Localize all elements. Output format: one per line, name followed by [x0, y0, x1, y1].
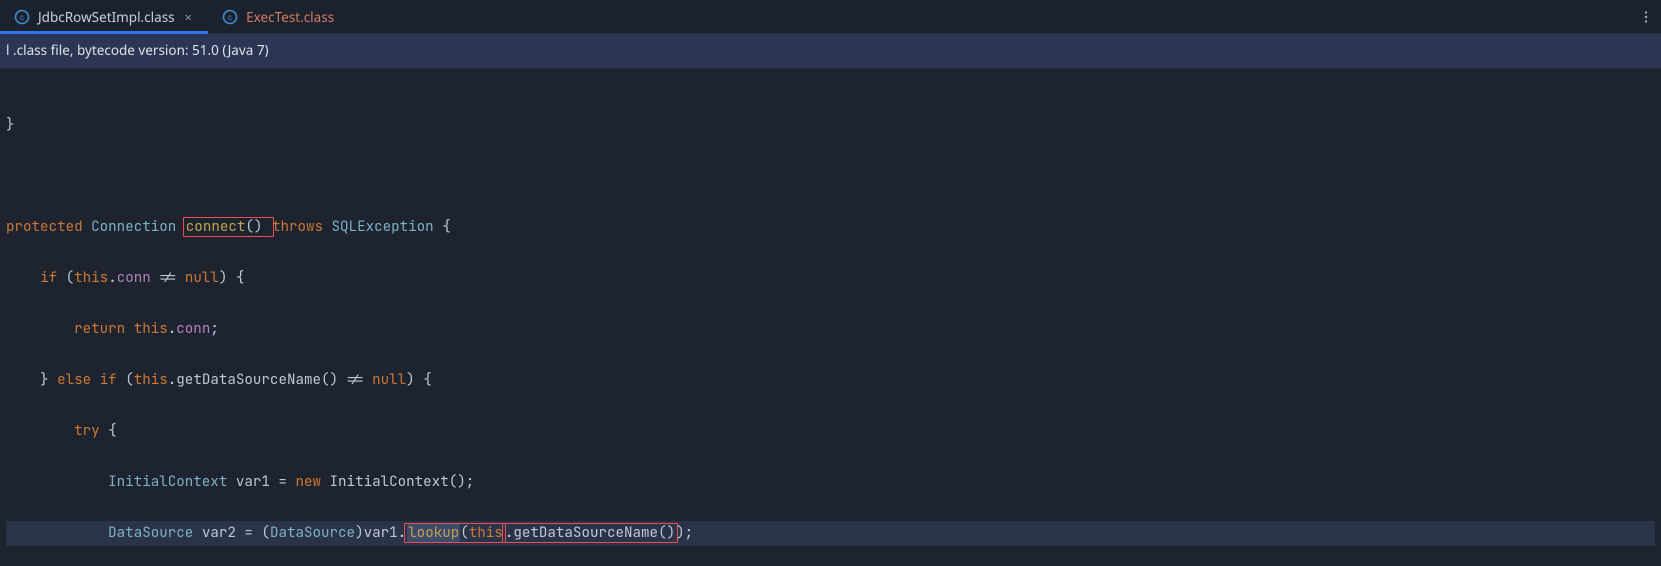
- code-line: } else if (this.getDataSourceName() != n…: [6, 368, 1655, 394]
- code-line: if (this.conn != null) {: [6, 266, 1655, 292]
- close-icon[interactable]: ×: [183, 8, 194, 26]
- code-line-highlighted: DataSource var2 = (DataSource)var1.looku…: [6, 521, 1655, 547]
- code-editor[interactable]: } protected Connection connect() throws …: [0, 69, 1661, 566]
- banner-text: l .class file, bytecode version: 51.0 (J…: [6, 41, 269, 59]
- highlight-box: .getDataSourceName(): [502, 523, 678, 543]
- code-line: [6, 164, 1655, 190]
- code-line: }: [6, 113, 1655, 139]
- tabbar: c JdbcRowSetImpl.class × c ExecTest.clas…: [0, 0, 1661, 34]
- code-line: InitialContext var1 = new InitialContext…: [6, 470, 1655, 496]
- highlight-box: connect(): [183, 217, 274, 237]
- svg-text:c: c: [228, 13, 232, 22]
- svg-text:c: c: [20, 13, 24, 22]
- class-file-icon: c: [222, 9, 238, 25]
- class-file-icon: c: [14, 9, 30, 25]
- decompiled-banner: l .class file, bytecode version: 51.0 (J…: [0, 34, 1661, 69]
- tab-jdbcrowsetimpl[interactable]: c JdbcRowSetImpl.class ×: [0, 0, 208, 33]
- selected-text: lookup: [407, 524, 460, 542]
- code-line: protected Connection connect() throws SQ…: [6, 215, 1655, 241]
- tab-label: ExecTest.class: [246, 8, 334, 26]
- code-line: return this.conn;: [6, 317, 1655, 343]
- tab-label: JdbcRowSetImpl.class: [38, 8, 175, 26]
- tab-exectest[interactable]: c ExecTest.class: [208, 0, 348, 33]
- tabbar-more-icon[interactable]: [1631, 0, 1661, 33]
- highlight-box: lookup(this: [404, 523, 506, 543]
- code-line: try {: [6, 419, 1655, 445]
